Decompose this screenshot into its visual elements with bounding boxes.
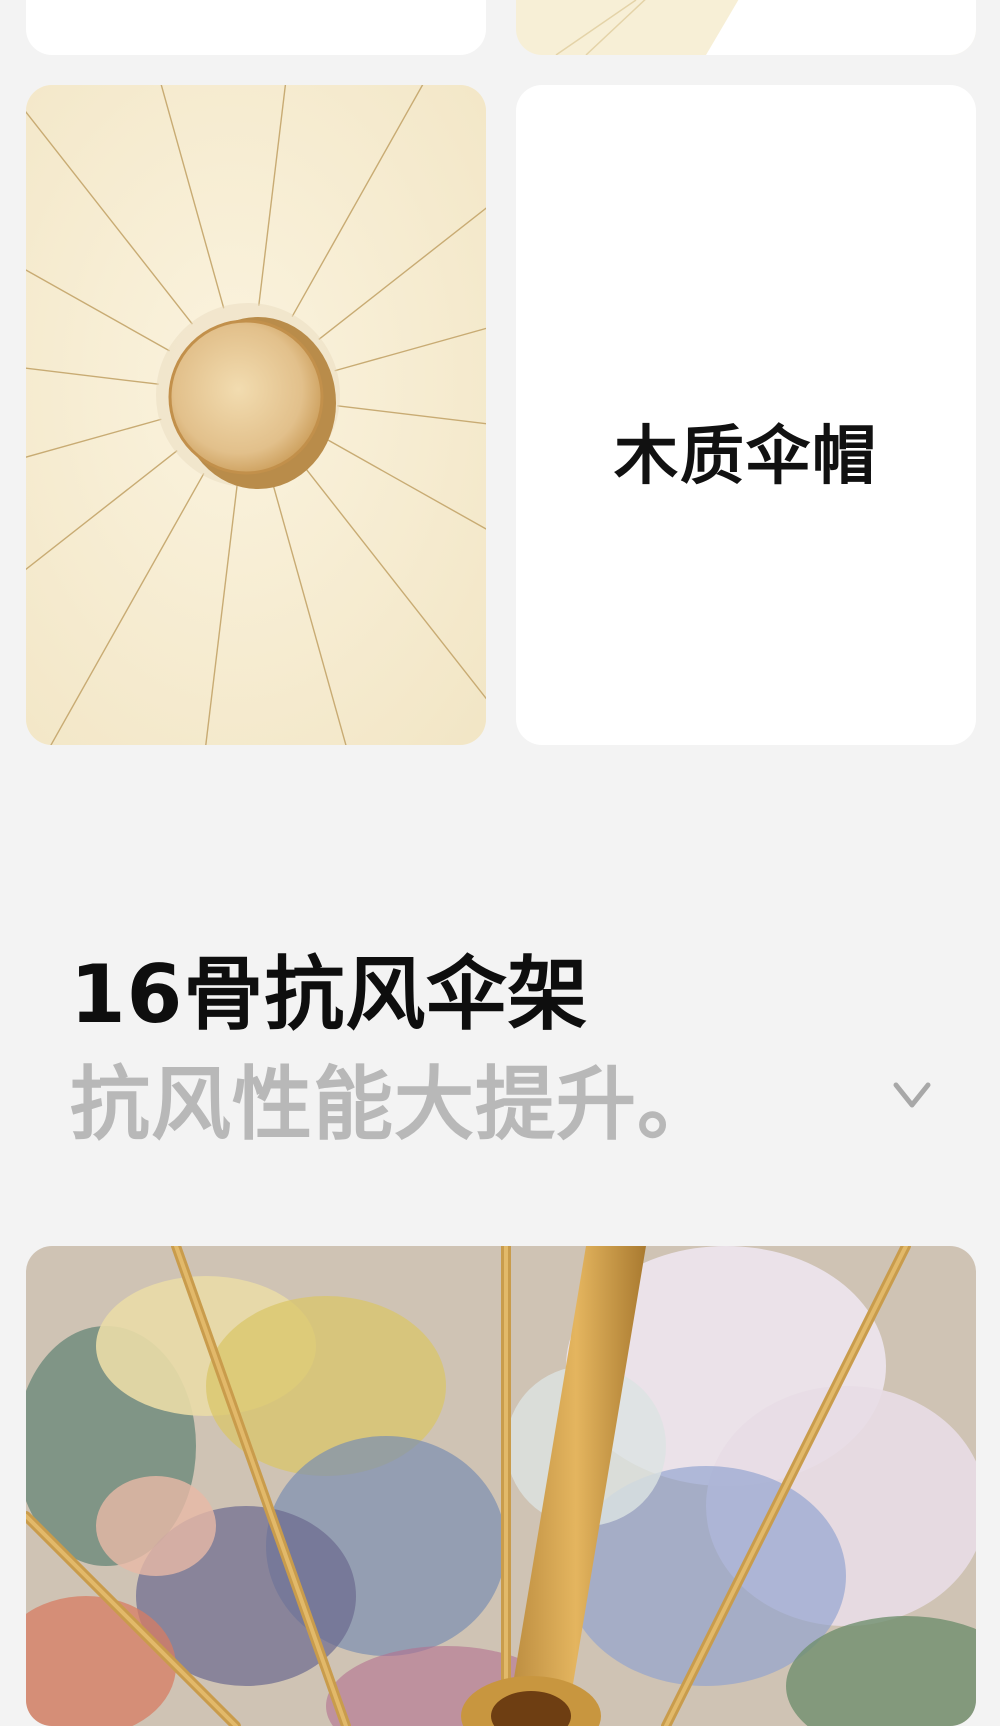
umbrella-canopy-illustration — [26, 85, 486, 745]
product-image-card-top-left — [26, 0, 486, 55]
section-headline: 16骨抗风伞架 — [70, 948, 589, 1041]
feature-card-title: 木质伞帽 — [614, 420, 878, 494]
canopy-strip-image — [516, 0, 976, 55]
product-image-card-top-right — [516, 0, 976, 55]
umbrella-frame-image — [26, 1246, 976, 1726]
umbrella-frame-illustration — [26, 1246, 976, 1726]
wooden-cap-image — [26, 85, 486, 745]
feature-label-card: 木质伞帽 — [516, 85, 976, 745]
chevron-down-icon[interactable] — [890, 1075, 934, 1115]
section-subline: 抗风性能大提升。 — [70, 1058, 718, 1151]
